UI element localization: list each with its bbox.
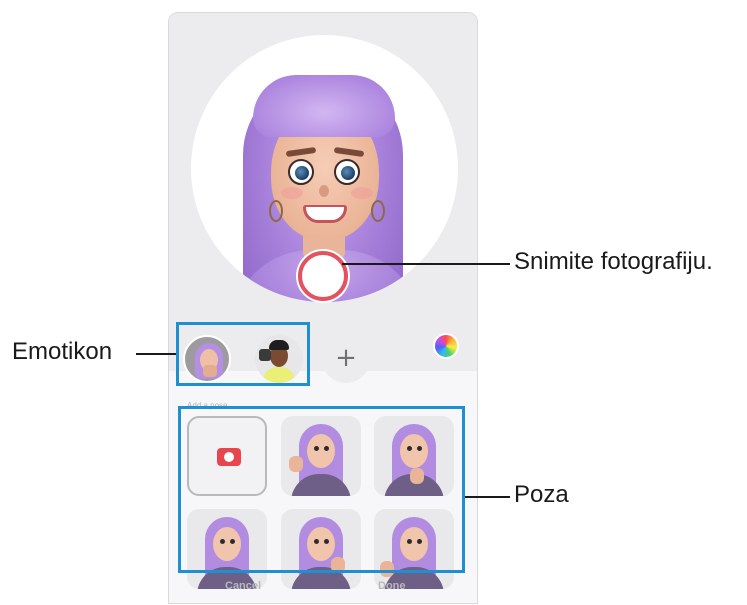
- emoji-highlight-box: [176, 322, 310, 386]
- color-palette-icon[interactable]: [433, 333, 459, 359]
- done-button[interactable]: Done: [378, 580, 406, 592]
- avatar-left-cheek: [281, 187, 303, 199]
- avatar-left-earring: [269, 200, 283, 222]
- avatar-right-eye: [334, 159, 360, 185]
- cancel-button[interactable]: Cancel: [225, 580, 261, 592]
- avatar-mouth: [303, 205, 347, 223]
- capture-callout-label: Snimite fotografiju.: [514, 248, 713, 275]
- pose-callout-label: Poza: [514, 481, 569, 508]
- avatar-nose: [319, 185, 329, 197]
- emoji-callout-line: [136, 353, 176, 355]
- pose-callout-line: [465, 496, 510, 498]
- pose-highlight-box: [178, 406, 465, 573]
- avatar-hair-front: [253, 75, 395, 137]
- camera-preview: [169, 13, 477, 371]
- add-icon: +: [335, 343, 357, 373]
- avatar-left-eye: [288, 159, 314, 185]
- avatar-right-cheek: [351, 187, 373, 199]
- capture-button[interactable]: [298, 251, 348, 301]
- avatar-right-earring: [371, 200, 385, 222]
- add-emoji-button[interactable]: +: [322, 335, 370, 383]
- capture-callout-line: [342, 263, 510, 265]
- emoji-callout-label: Emotikon: [12, 338, 113, 365]
